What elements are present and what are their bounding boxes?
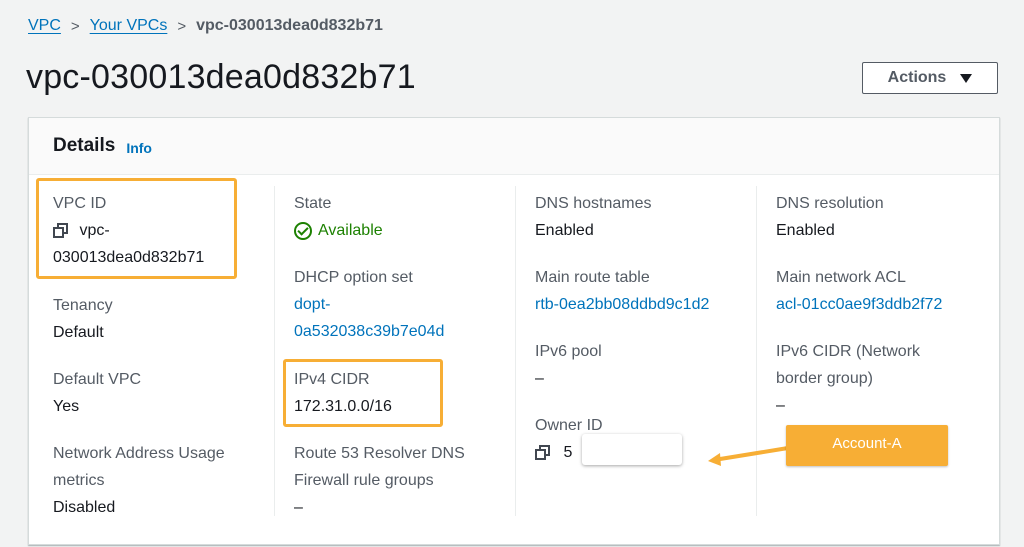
field-label: IPv6 pool bbox=[535, 343, 602, 360]
breadcrumb: VPC > Your VPCs > vpc-030013dea0d832b71 bbox=[28, 17, 383, 35]
field-ipv6-pool: IPv6 pool – bbox=[535, 338, 765, 392]
field-value: – bbox=[535, 370, 544, 387]
owner-id-start: 5 bbox=[563, 444, 573, 461]
arrow-left-icon bbox=[708, 446, 790, 466]
field-value: Default bbox=[53, 324, 104, 341]
dhcp-link-part2[interactable]: 0a532038c39b7e04d bbox=[294, 318, 524, 345]
field-label: metrics bbox=[53, 472, 105, 489]
field-label: Route 53 Resolver DNS bbox=[294, 445, 465, 462]
network-acl-link[interactable]: acl-01cc0ae9f3ddb2f72 bbox=[776, 291, 1006, 318]
field-label: Main network ACL bbox=[776, 269, 906, 286]
dhcp-link-part1[interactable]: dopt- bbox=[294, 291, 524, 318]
actions-label: Actions bbox=[887, 69, 947, 86]
field-label: Firewall rule groups bbox=[294, 472, 434, 489]
field-label: border group) bbox=[776, 370, 873, 387]
field-label: DHCP option set bbox=[294, 269, 413, 286]
field-state: State Available bbox=[294, 190, 524, 244]
details-title: Details bbox=[53, 135, 116, 156]
chevron-right-icon: > bbox=[70, 17, 80, 35]
chevron-right-icon: > bbox=[177, 17, 187, 35]
field-label: IPv6 CIDR (Network bbox=[776, 343, 921, 360]
field-value: Yes bbox=[53, 398, 80, 415]
field-label: State bbox=[294, 195, 332, 212]
caret-down-icon bbox=[960, 73, 973, 83]
state-value: Available bbox=[318, 222, 383, 239]
highlight-box-ipv4-cidr bbox=[283, 359, 443, 427]
field-network-address-usage: Network Address Usage metrics Disabled bbox=[53, 440, 283, 521]
copy-icon[interactable] bbox=[535, 444, 551, 461]
status-check-icon bbox=[294, 221, 312, 240]
redaction-box bbox=[582, 434, 682, 465]
breadcrumb-link-your-vpcs[interactable]: Your VPCs bbox=[90, 17, 168, 35]
details-header: Details Info bbox=[29, 118, 999, 175]
field-value: Enabled bbox=[776, 222, 835, 239]
field-label: Tenancy bbox=[53, 297, 113, 314]
field-dns-hostnames: DNS hostnames Enabled bbox=[535, 190, 765, 244]
field-dhcp-option-set: DHCP option set dopt- 0a532038c39b7e04d bbox=[294, 264, 524, 345]
field-default-vpc: Default VPC Yes bbox=[53, 366, 283, 420]
account-label-text: Account-A bbox=[832, 435, 902, 452]
route-table-link[interactable]: rtb-0ea2bb08ddbd9c1d2 bbox=[535, 291, 765, 318]
field-value: Disabled bbox=[53, 499, 116, 516]
field-main-network-acl: Main network ACL acl-01cc0ae9f3ddb2f72 bbox=[776, 264, 1006, 318]
field-main-route-table: Main route table rtb-0ea2bb08ddbd9c1d2 bbox=[535, 264, 765, 318]
field-label: DNS resolution bbox=[776, 195, 884, 212]
field-ipv6-cidr: IPv6 CIDR (Network border group) – bbox=[776, 338, 1006, 419]
field-value: – bbox=[294, 499, 303, 516]
field-route53-firewall: Route 53 Resolver DNS Firewall rule grou… bbox=[294, 440, 524, 521]
field-value: – bbox=[776, 397, 785, 414]
field-dns-resolution: DNS resolution Enabled bbox=[776, 190, 1006, 244]
field-label: Default VPC bbox=[53, 371, 142, 388]
actions-button[interactable]: Actions bbox=[862, 62, 998, 94]
breadcrumb-link-vpc[interactable]: VPC bbox=[28, 17, 61, 35]
breadcrumb-current: vpc-030013dea0d832b71 bbox=[196, 17, 383, 34]
field-tenancy: Tenancy Default bbox=[53, 292, 283, 346]
field-label: Network Address Usage bbox=[53, 445, 225, 462]
account-label-badge: Account-A bbox=[786, 425, 948, 466]
field-label: DNS hostnames bbox=[535, 195, 652, 212]
highlight-box-vpc-id bbox=[36, 178, 237, 279]
info-link[interactable]: Info bbox=[126, 140, 152, 156]
page-title: vpc-030013dea0d832b71 bbox=[26, 58, 416, 96]
field-label: Main route table bbox=[535, 269, 650, 286]
field-value: Enabled bbox=[535, 222, 594, 239]
